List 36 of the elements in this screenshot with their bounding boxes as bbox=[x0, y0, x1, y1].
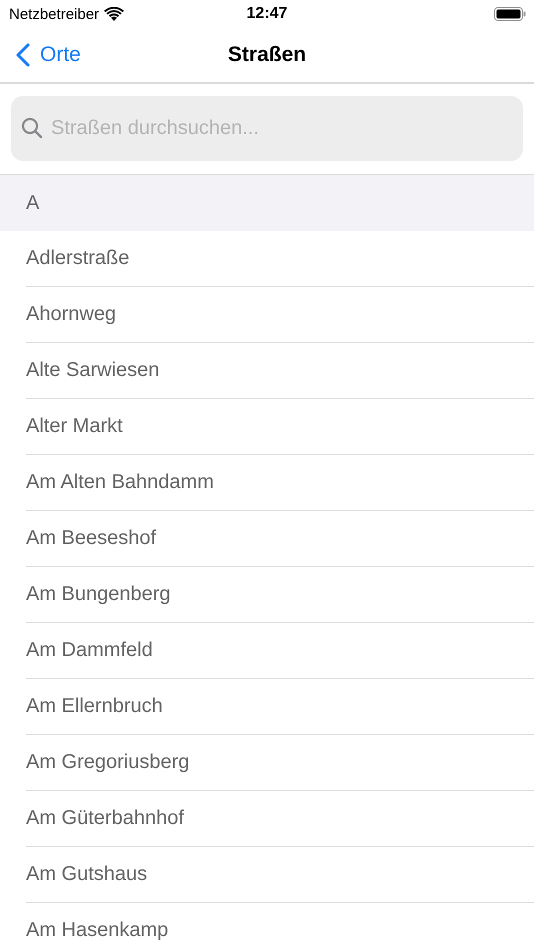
street-row[interactable]: Am Gutshaus bbox=[26, 847, 534, 903]
street-name: Am Alten Bahndamm bbox=[26, 471, 214, 494]
street-name: Adlerstraße bbox=[26, 247, 130, 270]
wifi-icon bbox=[104, 6, 124, 22]
street-name: Alte Sarwiesen bbox=[26, 359, 160, 382]
street-row[interactable]: Am Gregoriusberg bbox=[26, 735, 534, 791]
street-name: Ahornweg bbox=[26, 303, 116, 326]
street-row[interactable]: Alte Sarwiesen bbox=[26, 343, 534, 399]
battery-icon bbox=[494, 7, 526, 21]
carrier-name: Netzbetreiber bbox=[9, 6, 100, 22]
screen-title: Straßen bbox=[228, 43, 306, 67]
street-row[interactable]: Am Bungenberg bbox=[26, 567, 534, 623]
street-name: Am Gregoriusberg bbox=[26, 751, 190, 774]
street-row[interactable]: Alter Markt bbox=[26, 399, 534, 455]
street-row[interactable]: Adlerstraße bbox=[26, 231, 534, 287]
street-name: Am Bungenberg bbox=[26, 583, 171, 606]
street-row[interactable]: Am Güterbahnhof bbox=[26, 791, 534, 847]
search-field[interactable]: Straßen durchsuchen... bbox=[11, 96, 523, 161]
street-name: Am Gutshaus bbox=[26, 863, 148, 886]
street-name: Am Beeseshof bbox=[26, 527, 156, 550]
street-name: Alter Markt bbox=[26, 415, 123, 438]
search-icon bbox=[21, 117, 43, 139]
street-row[interactable]: Ahornweg bbox=[26, 287, 534, 343]
section-letter: A bbox=[26, 192, 40, 214]
back-button[interactable]: Orte bbox=[0, 43, 81, 67]
street-name: Am Güterbahnhof bbox=[26, 807, 184, 830]
chevron-left-icon bbox=[16, 43, 30, 67]
street-row[interactable]: Am Ellernbruch bbox=[26, 679, 534, 735]
status-time: 12:47 bbox=[246, 5, 288, 23]
street-row[interactable]: Am Dammfeld bbox=[26, 623, 534, 679]
street-row[interactable]: Am Beeseshof bbox=[26, 511, 534, 567]
street-row[interactable]: Am Alten Bahndamm bbox=[26, 455, 534, 511]
street-name: Am Dammfeld bbox=[26, 639, 153, 662]
street-name: Am Ellernbruch bbox=[26, 695, 163, 718]
street-row[interactable]: Am Hasenkamp bbox=[26, 903, 534, 950]
street-name: Am Hasenkamp bbox=[26, 919, 168, 942]
